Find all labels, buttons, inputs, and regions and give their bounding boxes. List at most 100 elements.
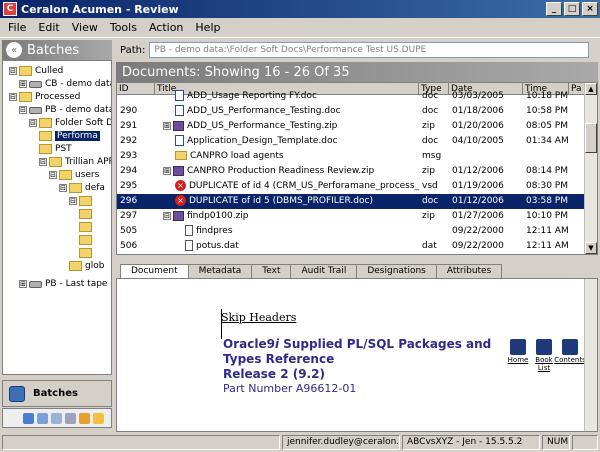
help-icon[interactable] bbox=[23, 412, 34, 424]
tab-designations[interactable]: Designations bbox=[356, 264, 437, 278]
status-empty-panel bbox=[2, 435, 280, 450]
batch-tree[interactable]: ⊟ Culled ⊞ CB - demo data ⊟ Processed ⊟ PB - de… bbox=[2, 60, 112, 375]
row-expander-icon[interactable]: ⊟ bbox=[163, 211, 171, 220]
path-label: Path: bbox=[120, 44, 146, 56]
cell-title-text: DUPLICATE of id 4 (CRM_US_Perforamane_pr… bbox=[189, 181, 419, 191]
tree-item[interactable]: ⊞ CB - demo data bbox=[19, 78, 111, 90]
tree-expander-icon[interactable]: ⊟ bbox=[69, 197, 77, 205]
document-icon bbox=[175, 135, 184, 146]
close-button[interactable]: × bbox=[582, 2, 598, 16]
viewer-scrollbar[interactable] bbox=[584, 279, 597, 431]
table-row[interactable]: 291 ⊞ ADD_US_Performance_Testing.zip zip 01/… bbox=[117, 119, 585, 134]
copy-icon[interactable] bbox=[65, 412, 76, 424]
cell-title-text: potus.dat bbox=[196, 241, 239, 251]
table-row[interactable]: 294 ⊞ CANPRO Production Readiness Review.z… bbox=[117, 164, 585, 179]
tree-item[interactable]: glob bbox=[69, 260, 104, 272]
search-icon[interactable] bbox=[37, 412, 48, 424]
tree-expander-icon[interactable]: ⊟ bbox=[19, 106, 27, 114]
tree-item[interactable]: ⊟ users bbox=[49, 169, 99, 181]
maximize-button[interactable]: □ bbox=[564, 2, 580, 16]
skip-headers-link[interactable]: Skip Headers bbox=[221, 311, 296, 324]
tree-item[interactable]: ⊟ Trillian APP bbox=[39, 156, 111, 168]
table-row[interactable]: 292 Application_Design_Template.doc doc 04/… bbox=[117, 134, 585, 149]
tree-item[interactable]: ⊟ defa bbox=[59, 182, 105, 194]
tree-item[interactable]: ⊟ Culled bbox=[9, 65, 63, 77]
cell-title-text: DUPLICATE of id 5 (DBMS_PROFILER.doc) bbox=[189, 196, 373, 206]
table-row[interactable]: 297 ⊟ findp0100.zip zip 01/27/2006 10:10 PM bbox=[117, 209, 585, 224]
tree-expander-icon[interactable]: ⊞ bbox=[19, 280, 27, 288]
menu-tools[interactable]: Tools bbox=[104, 21, 143, 34]
tab-attributes[interactable]: Attributes bbox=[435, 264, 503, 278]
tree-item[interactable]: ⊟ bbox=[69, 195, 95, 207]
scroll-up-arrow-icon[interactable]: ▲ bbox=[585, 83, 597, 95]
folder-icon[interactable] bbox=[93, 412, 104, 424]
folder-icon bbox=[79, 248, 92, 258]
home-link[interactable]: Home bbox=[507, 339, 529, 372]
tree-item[interactable] bbox=[79, 234, 95, 246]
tree-item[interactable]: PST bbox=[39, 143, 72, 155]
tag-icon[interactable] bbox=[79, 412, 90, 424]
tab-document[interactable]: Document bbox=[120, 264, 189, 278]
document-icon bbox=[175, 105, 184, 116]
tree-item[interactable]: ⊟ Processed bbox=[9, 91, 80, 103]
cell-date: 01/12/2006 bbox=[452, 196, 504, 206]
tree-expander-icon[interactable]: ⊟ bbox=[39, 158, 47, 166]
table-row[interactable]: 293 CANPRO load agents msg bbox=[117, 149, 585, 164]
table-row[interactable]: 290 ADD_US_Performance_Testing.doc doc 01/1… bbox=[117, 104, 585, 119]
table-row[interactable]: 295 × DUPLICATE of id 4 (CRM_US_Perforaman… bbox=[117, 179, 585, 194]
cell-time: 03:58 PM bbox=[526, 196, 568, 206]
table-row[interactable]: 296 × DUPLICATE of id 5 (DBMS_PROFILER.doc… bbox=[117, 194, 585, 209]
menu-view[interactable]: View bbox=[66, 21, 104, 34]
scroll-down-arrow-icon[interactable]: ▼ bbox=[585, 242, 597, 254]
cell-date: 01/27/2006 bbox=[452, 211, 504, 221]
tree-expander-icon[interactable]: ⊟ bbox=[9, 93, 17, 101]
tree-item-label: Processed bbox=[35, 92, 81, 102]
tab-text[interactable]: Text bbox=[251, 264, 292, 278]
folder-icon bbox=[79, 196, 92, 206]
contents-link[interactable]: Contents bbox=[554, 339, 586, 372]
tree-expander-icon[interactable]: ⊟ bbox=[9, 67, 17, 75]
row-expander-icon[interactable]: ⊞ bbox=[163, 121, 171, 130]
folder-icon bbox=[79, 235, 92, 245]
document-icon[interactable] bbox=[51, 412, 62, 424]
batches-panel-header: « Batches bbox=[2, 40, 112, 60]
table-row[interactable]: ADD_Usage Reporting FY.doc doc 03/03/2005 1… bbox=[117, 89, 585, 104]
tab-audit-trail[interactable]: Audit Trail bbox=[290, 264, 358, 278]
minimize-button[interactable]: _ bbox=[546, 2, 562, 16]
tree-expander-icon[interactable]: ⊞ bbox=[19, 80, 27, 88]
menu-edit[interactable]: Edit bbox=[32, 21, 65, 34]
table-row[interactable]: 506 potus.dat dat 09/22/2000 12:11 AM bbox=[117, 239, 585, 254]
book-list-link[interactable]: Book List bbox=[533, 339, 555, 372]
tree-item[interactable] bbox=[79, 221, 95, 233]
scroll-thumb[interactable] bbox=[585, 123, 597, 153]
tree-item[interactable]: ⊟ Folder Soft D bbox=[29, 117, 111, 129]
cell-date: 01/18/2006 bbox=[452, 106, 504, 116]
menu-help[interactable]: Help bbox=[189, 21, 226, 34]
grid-scrollbar[interactable]: ▲ ▼ bbox=[584, 83, 597, 254]
tree-item[interactable]: ⊞ PB - Last tape ba bbox=[19, 278, 111, 290]
folder-icon bbox=[79, 222, 92, 232]
menu-file[interactable]: File bbox=[2, 21, 32, 34]
tree-item[interactable]: ⊟ PB - demo data bbox=[19, 104, 111, 116]
tree-expander-icon[interactable]: ⊟ bbox=[49, 171, 57, 179]
row-expander-icon[interactable]: ⊞ bbox=[163, 166, 171, 175]
path-input[interactable]: PB - demo data:\Folder Soft Docs\Perform… bbox=[149, 42, 590, 58]
tree-expander-icon[interactable]: ⊟ bbox=[59, 184, 67, 192]
batches-nav-button[interactable]: Batches bbox=[2, 380, 112, 407]
tree-item[interactable] bbox=[79, 208, 95, 220]
tree-item[interactable] bbox=[79, 247, 95, 259]
documents-header: Documents: Showing 16 - 26 Of 35 bbox=[116, 62, 598, 82]
table-row[interactable]: 505 findpres 09/22/2000 12:11 AM bbox=[117, 224, 585, 239]
cell-title-text: ADD_US_Performance_Testing.doc bbox=[187, 106, 341, 116]
cell-title: ADD_Usage Reporting FY.doc bbox=[155, 89, 419, 104]
tab-metadata[interactable]: Metadata bbox=[187, 264, 253, 278]
tree-item-label: PST bbox=[55, 144, 72, 154]
document-icon bbox=[175, 90, 184, 101]
tree-item[interactable]: Performa bbox=[39, 130, 100, 142]
tree-expander-icon[interactable]: ⊟ bbox=[29, 119, 37, 127]
document-viewer[interactable]: Skip Headers Oracle9i Supplied PL/SQL Pa… bbox=[116, 278, 598, 432]
menu-action[interactable]: Action bbox=[143, 21, 189, 34]
collapse-chevron-icon[interactable]: « bbox=[6, 42, 22, 58]
status-num: NUM bbox=[542, 435, 570, 450]
cell-type: vsd bbox=[422, 181, 438, 191]
